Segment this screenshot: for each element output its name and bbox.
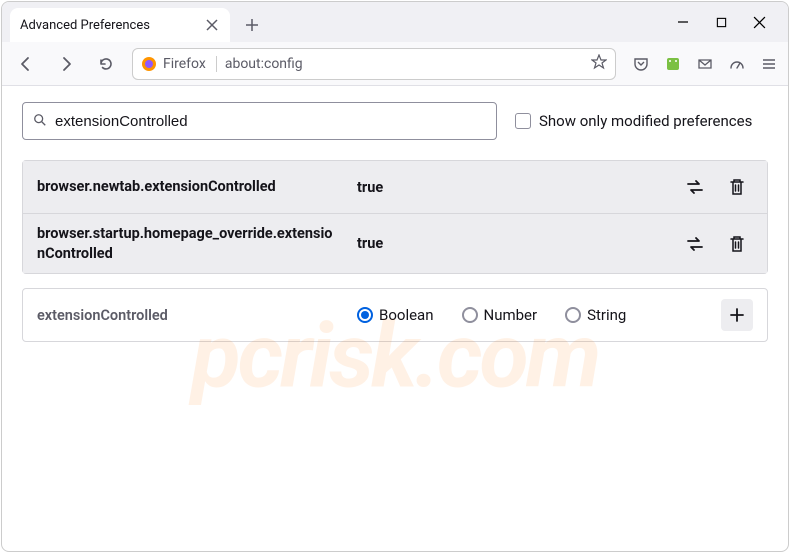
search-input[interactable] — [55, 113, 486, 130]
new-tab-button[interactable] — [238, 11, 266, 39]
modified-only-checkbox[interactable]: Show only modified preferences — [515, 112, 752, 130]
speed-icon[interactable] — [728, 55, 746, 73]
delete-button[interactable] — [721, 171, 753, 203]
add-button[interactable] — [721, 299, 753, 331]
forward-button[interactable] — [52, 50, 80, 78]
reload-button[interactable] — [92, 50, 120, 78]
pref-value: true — [357, 179, 383, 196]
delete-button[interactable] — [721, 228, 753, 260]
maximize-button[interactable] — [712, 13, 730, 31]
radio-dot — [462, 307, 478, 323]
radio-boolean[interactable]: Boolean — [357, 306, 434, 324]
toggle-button[interactable] — [679, 228, 711, 260]
type-radio-group: Boolean Number String — [357, 306, 626, 324]
pref-name: browser.newtab.extensionControlled — [37, 177, 337, 197]
back-button[interactable] — [12, 50, 40, 78]
mail-icon[interactable] — [696, 55, 714, 73]
checkbox-box — [515, 113, 531, 129]
pocket-icon[interactable] — [632, 55, 650, 73]
search-box[interactable] — [22, 102, 497, 140]
new-pref-name: extensionControlled — [37, 307, 337, 324]
close-tab-icon[interactable] — [204, 17, 220, 33]
toolbar: Firefox about:config — [2, 42, 788, 86]
content-area: Show only modified preferences browser.n… — [2, 86, 788, 551]
tab-bar: Advanced Preferences — [2, 2, 788, 42]
bookmark-star-icon[interactable] — [591, 54, 607, 74]
pref-table: browser.newtab.extensionControlled true … — [22, 160, 768, 274]
browser-tab[interactable]: Advanced Preferences — [10, 8, 230, 42]
pref-value: true — [357, 235, 383, 252]
radio-dot — [357, 307, 373, 323]
toggle-button[interactable] — [679, 171, 711, 203]
new-pref-table: extensionControlled Boolean Number Strin… — [22, 288, 768, 342]
pref-row: browser.startup.homepage_override.extens… — [23, 213, 767, 273]
radio-label: Boolean — [379, 306, 434, 324]
radio-string[interactable]: String — [565, 306, 626, 324]
new-pref-row: extensionControlled Boolean Number Strin… — [23, 289, 767, 341]
extension-icon[interactable] — [664, 55, 682, 73]
checkbox-text: Show only modified preferences — [539, 112, 752, 130]
url-bar[interactable]: Firefox about:config — [132, 48, 616, 80]
radio-dot — [565, 307, 581, 323]
pref-row: browser.newtab.extensionControlled true — [23, 161, 767, 213]
pref-name: browser.startup.homepage_override.extens… — [37, 224, 337, 263]
firefox-label: Firefox — [163, 56, 206, 72]
tab-title: Advanced Preferences — [20, 18, 150, 33]
search-icon — [33, 112, 47, 131]
radio-number[interactable]: Number — [462, 306, 538, 324]
url-text: about:config — [225, 56, 303, 72]
radio-label: String — [587, 306, 626, 324]
minimize-button[interactable] — [674, 13, 692, 31]
radio-label: Number — [484, 306, 538, 324]
firefox-identity: Firefox — [141, 56, 217, 72]
firefox-logo-icon — [141, 56, 157, 72]
menu-icon[interactable] — [760, 55, 778, 73]
close-window-button[interactable] — [750, 13, 768, 31]
